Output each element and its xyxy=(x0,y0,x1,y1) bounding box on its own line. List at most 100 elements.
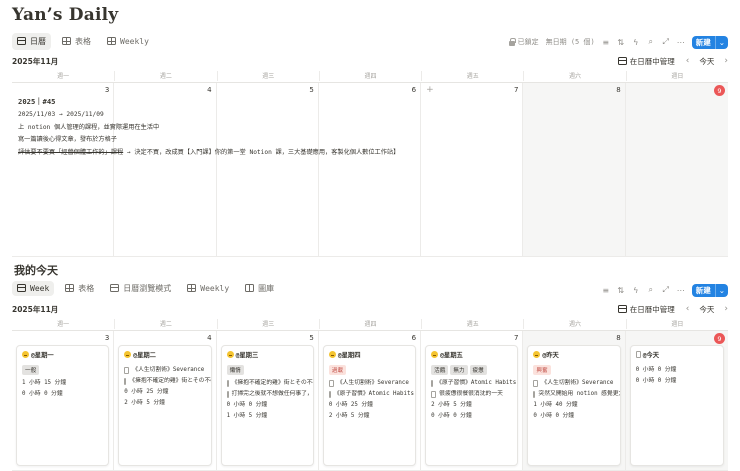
view2-toolbar: ≡ ⇅ ϟ ⌕ ⤢ ⋯ 新建 ⌄ xyxy=(602,283,728,297)
tab-gallery[interactable]: 圖庫 xyxy=(240,280,279,297)
duration-text: 2 小時 5 分鐘 xyxy=(328,413,370,419)
day-card[interactable]: @星期二 《人生切割術》Severance 《擁抱不確定的雞》街とその不確 0 小時 … xyxy=(118,345,212,466)
day-cell[interactable]: 6 @星期四 過載 《人生切割術》Severance 《原子習慣》Atomic Habi… xyxy=(318,331,422,471)
linked-page[interactable]: 打掃完之後就不想做任何事了，好 xyxy=(226,389,313,400)
day-card[interactable]: @今天 0 小時 0 分鐘 0 小時 0 分鐘 xyxy=(629,345,724,466)
expand-icon[interactable]: ⤢ xyxy=(662,37,670,46)
mood-tag: 一般 xyxy=(22,365,40,375)
page-icon xyxy=(431,380,434,387)
new-label: 新建 xyxy=(695,37,711,47)
weekday-label: 週四 xyxy=(318,71,421,81)
today-button[interactable]: 今天 xyxy=(696,55,717,68)
more-icon[interactable]: ⋯ xyxy=(677,38,685,47)
day-number: 5 xyxy=(309,334,314,342)
view1-weekday-header: 週一 週二 週三 週四 週五 週六 週日 xyxy=(12,71,728,81)
page-icon xyxy=(124,378,127,385)
weekday-label: 週一 xyxy=(57,73,70,80)
event-line: 上 notion 個人管理的課程，並實際運用在生活中 xyxy=(18,123,160,131)
linked-page-title: 《人生切割術》Severance xyxy=(336,380,409,386)
manage-in-calendar-button[interactable]: 在日曆中管理 xyxy=(614,54,679,69)
card-title: @今天 xyxy=(642,352,660,359)
filter-icon[interactable]: ≡ xyxy=(602,38,610,47)
tab-label: 圖庫 xyxy=(258,283,275,293)
weekday-label: 週二 xyxy=(114,71,216,81)
chevron-down-icon[interactable]: ⌄ xyxy=(714,35,728,49)
linked-page-title: 《原子習慣》Atomic Habits xyxy=(333,391,414,397)
event-line: 寫一篇讀後心得文章，發布於方格子 xyxy=(18,136,117,144)
tag-list: 一般 xyxy=(22,365,103,375)
manage-in-calendar-button[interactable]: 在日曆中管理 xyxy=(614,302,679,317)
day-cell[interactable]: 7 @星期五 活餓 無力 疲憊 《原子習慣》Atomic Habits 很疲憊很餐很消沈的一… xyxy=(421,331,524,471)
linked-page[interactable]: 突然又開始用 notion 感覺更大 xyxy=(533,389,620,400)
card-title: @星期三 xyxy=(235,352,259,359)
automation-icon[interactable]: ϟ xyxy=(632,38,640,47)
linked-page[interactable]: 《人生切割術》Severance xyxy=(124,365,205,376)
day-card[interactable]: @昨天 興奮 《人生切割術》Severance 突然又開始用 notion 感覺更大 1… xyxy=(527,345,621,466)
duration-text: 0 小時 0 分鐘 xyxy=(635,378,677,384)
tab-label: 日曆 xyxy=(30,36,46,46)
day-cell[interactable]: 8 @昨天 興奮 《人生切割術》Severance 突然又開始用 notion 感覺更大… xyxy=(523,331,626,471)
expand-icon[interactable]: ⤢ xyxy=(662,285,670,294)
linked-page-title: 《人生切割術》Severance xyxy=(132,367,205,373)
tab-calendar[interactable]: 日曆 xyxy=(12,32,51,50)
day-cell[interactable]: 4 @星期二 《人生切割術》Severance 《擁抱不確定的雞》街とその不確 0 小時… xyxy=(114,331,217,471)
no-date-button[interactable]: 無日期 (5 個) xyxy=(546,37,595,47)
linked-page[interactable]: 很疲憊很餐很消沈的一天 xyxy=(431,389,512,400)
locked-indicator[interactable]: 已鎖定 xyxy=(508,37,539,47)
tab-calendar-browse[interactable]: 日曆瀏覽模式 xyxy=(105,280,176,297)
weekday-label: 週三 xyxy=(216,71,319,81)
month-label: 2025年11月 xyxy=(12,304,59,314)
filter-icon[interactable]: ≡ xyxy=(602,286,610,295)
day-cell[interactable]: 3 @星期一 一般 1 小時 15 分鐘 0 小時 0 分鐘 xyxy=(12,331,115,471)
day-card[interactable]: @星期三 懶惰 《擁抱不確定的雞》街とその不確 打掃完之後就不想做任何事了，好 0 小時… xyxy=(220,345,314,466)
search-icon[interactable]: ⌕ xyxy=(647,285,655,294)
chevron-down-icon[interactable]: ⌄ xyxy=(714,283,728,297)
day-cell[interactable]: 9 @今天 0 小時 0 分鐘 0 小時 0 分鐘 xyxy=(625,331,728,471)
today-button[interactable]: 今天 xyxy=(696,303,717,316)
new-button[interactable]: 新建 ⌄ xyxy=(691,35,728,49)
page-icon xyxy=(124,367,130,374)
tab-table[interactable]: 表格 xyxy=(60,280,99,297)
linked-page[interactable]: 《原子習慣》Atomic Habits xyxy=(328,389,414,400)
tab-label: 日曆瀏覽模式 xyxy=(123,283,172,293)
day-cell[interactable]: 5 @星期三 懶惰 《擁抱不確定的雞》街とその不確 打掃完之後就不想做任何事了，好 0 小… xyxy=(216,331,319,471)
week-event[interactable]: 2025｜#45 2025/11/03 → 2025/11/09 上 notio… xyxy=(18,96,648,160)
page-icon xyxy=(328,391,331,398)
page-icon xyxy=(533,380,539,387)
sort-icon[interactable]: ⇅ xyxy=(617,286,625,295)
day-card[interactable]: @星期四 過載 《人生切割術》Severance 《原子習慣》Atomic Habit… xyxy=(322,345,417,466)
search-icon[interactable]: ⌕ xyxy=(647,37,655,46)
tab-weekly[interactable]: Weekly xyxy=(182,281,234,296)
linked-page[interactable]: 《擁抱不確定的雞》街とその不確 xyxy=(226,378,313,389)
more-icon[interactable]: ⋯ xyxy=(677,286,685,295)
gallery-icon xyxy=(245,284,255,292)
weekday-label: 週一 xyxy=(57,321,70,328)
tab-label: Weekly xyxy=(200,283,230,293)
chevron-left-icon[interactable]: ‹ xyxy=(686,304,690,314)
linked-page[interactable]: 《人生切割術》Severance xyxy=(533,378,614,389)
event-date-range: 2025/11/03 → 2025/11/09 xyxy=(18,110,104,118)
weekday-label: 週二 xyxy=(114,319,216,329)
tab-week[interactable]: Week xyxy=(12,280,55,296)
new-button[interactable]: 新建 ⌄ xyxy=(691,283,728,297)
tab-table[interactable]: 表格 xyxy=(57,33,96,50)
tab-label: Weekly xyxy=(120,36,149,46)
chevron-right-icon[interactable]: › xyxy=(724,304,728,314)
chevron-left-icon[interactable]: ‹ xyxy=(686,56,690,66)
add-icon[interactable]: + xyxy=(426,85,434,95)
view2-calendar-grid: 3 @星期一 一般 1 小時 15 分鐘 0 小時 0 分鐘 4 @星期二 《人生切割術》Se… xyxy=(12,330,728,471)
page-icon xyxy=(226,391,229,398)
tag-list: 過載 xyxy=(328,365,410,375)
tab-label: 表格 xyxy=(78,283,95,293)
linked-page[interactable]: 《擁抱不確定的雞》街とその不確 xyxy=(124,376,211,387)
linked-page[interactable]: 《人生切割術》Severance xyxy=(328,378,410,389)
linked-page[interactable]: 《原子習慣》Atomic Habits xyxy=(431,378,516,389)
day-card[interactable]: @星期五 活餓 無力 疲憊 《原子習慣》Atomic Habits 很疲憊很餐很消沈的一天… xyxy=(425,345,519,466)
sort-icon[interactable]: ⇅ xyxy=(617,38,625,47)
weekday-label: 週六 xyxy=(523,319,625,329)
chevron-right-icon[interactable]: › xyxy=(724,56,728,66)
day-card[interactable]: @星期一 一般 1 小時 15 分鐘 0 小時 0 分鐘 xyxy=(16,345,110,466)
automation-icon[interactable]: ϟ xyxy=(632,286,640,295)
card-title: @星期二 xyxy=(133,352,156,359)
tab-weekly[interactable]: Weekly xyxy=(102,34,154,49)
